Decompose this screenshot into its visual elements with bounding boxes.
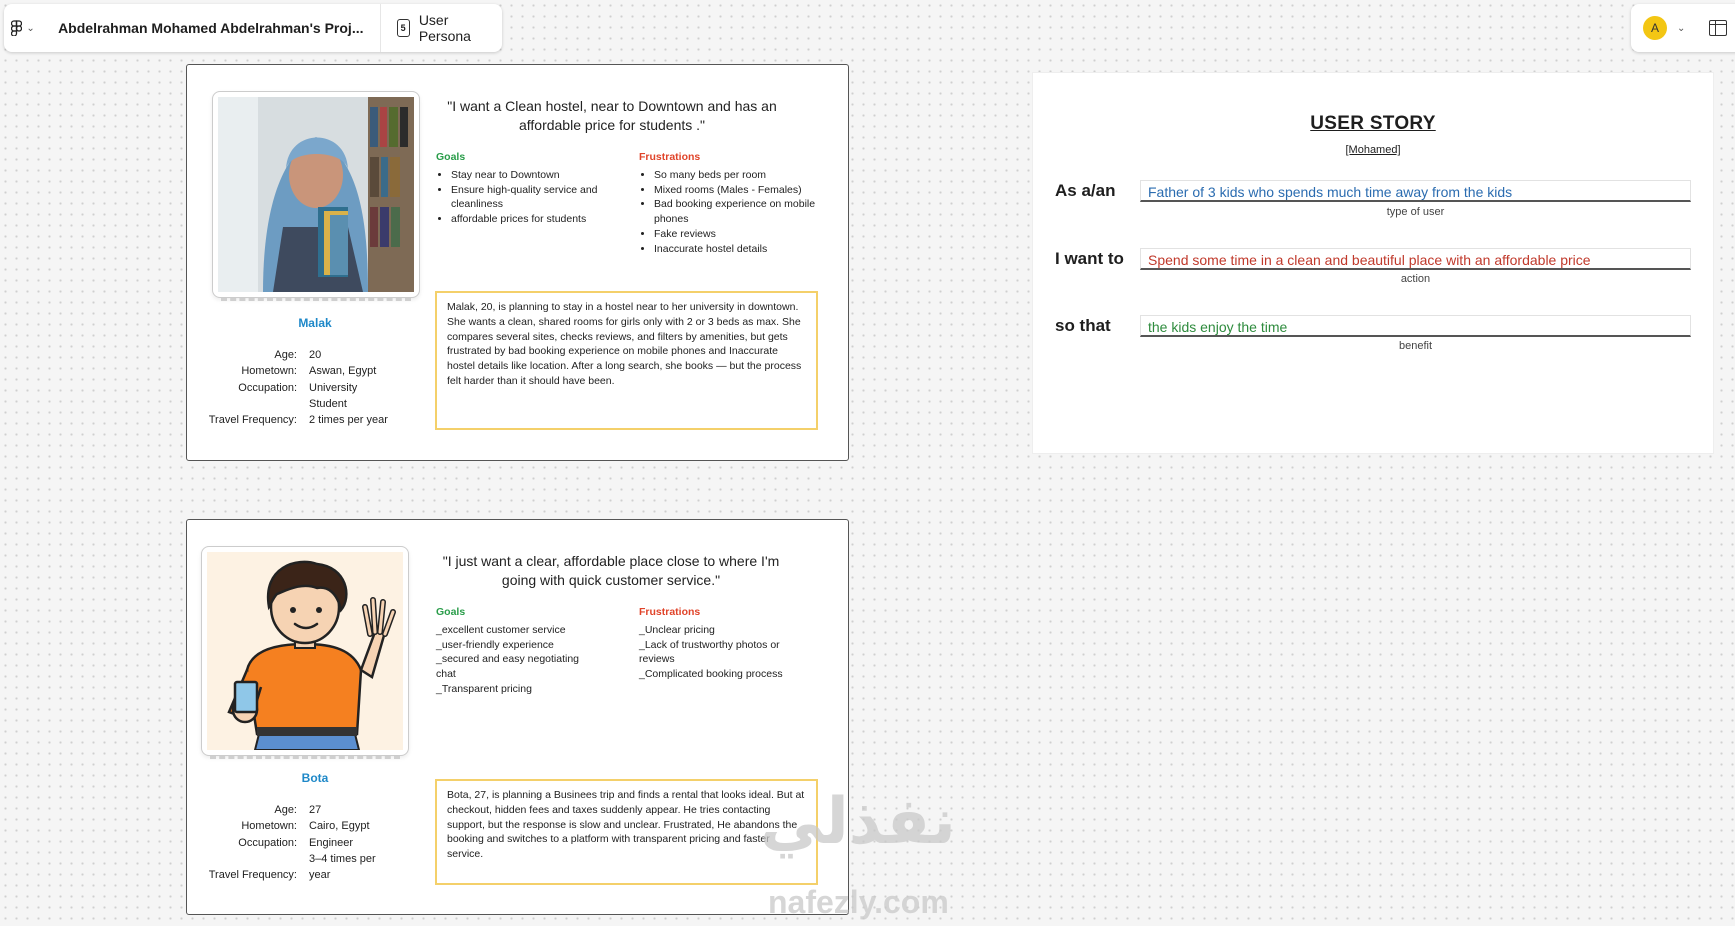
persona-info: Age: 20 Hometown: Aswan, Egypt Occupation:… [197,347,399,428]
user-story-card: USER STORY [Mohamed] As a/an Father of 3… [1032,72,1714,454]
chevron-down-icon: ⌄ [26,22,35,34]
persona-card-malak: Malak Age: 20 Hometown: Aswan, Egypt Occup… [186,64,849,461]
info-key: Hometown: [241,820,297,833]
file-toolbar: ⌄ Abdelrahman Mohamed Abdelrahman's Proj… [4,4,502,52]
story-field-action[interactable]: Spend some time in a clean and beautiful… [1140,248,1691,270]
figma-logo-icon [11,20,23,36]
info-key: Age: [274,349,297,361]
story-hint-action: action [1400,273,1431,285]
info-value: University Student [309,381,358,410]
persona-name: Bota [301,771,329,785]
story-label-benefit: so that [1055,316,1111,335]
story-hint-benefit: benefit [1398,340,1433,352]
goal-item: _excellent customer service [436,623,566,636]
frustration-item: Fake reviews [654,227,824,242]
info-value: Aswan, Egypt [309,365,377,378]
info-row-hometown: Hometown: Cairo, Egypt [197,818,399,834]
persona-card-bota: Bota Age: 27 Hometown: Cairo, Egypt Occupa… [186,519,849,915]
goals-heading: Goals [436,606,466,618]
goals-list: Goals Stay near to Downtown Ensure high-… [436,150,616,227]
story-label-action: I want to [1055,249,1124,268]
frustration-item: _Unclear pricing [639,623,715,636]
persona-photo [218,97,414,292]
goals-list: Goals _excellent customer service _user-… [436,605,601,697]
info-key: Age: [274,804,297,816]
page-name: User Persona [418,12,471,44]
story-hint-user: type of user [1386,206,1445,218]
page-icon: 5 [396,19,410,37]
goal-item: Stay near to Downtown [451,168,616,183]
goal-item: _user-friendly experience [436,638,554,651]
right-toolbar: A ⌄ [1631,4,1735,52]
info-row-age: Age: 20 [197,347,399,363]
persona-photo-frame [201,546,409,759]
avatar[interactable]: A [1643,16,1667,40]
persona-scenario: Malak, 20, is planning to stay in a host… [435,291,818,430]
info-key: Occupation: [238,381,297,394]
info-row-travel: Travel Frequency: 2 times per year [197,412,399,428]
info-value: 27 [309,804,322,816]
frustrations-heading: Frustrations [639,151,701,163]
frustrations-list: Frustrations So many beds per room Mixed… [639,150,824,257]
frustrations-heading: Frustrations [639,606,701,618]
main-menu-button[interactable]: ⌄ [4,4,42,52]
persona-illustration [207,552,403,750]
persona-quote: "I just want a clear, affordable place c… [442,553,780,588]
goals-heading: Goals [436,151,466,163]
story-field-benefit[interactable]: the kids enjoy the time [1140,315,1691,337]
frustration-item: Inaccurate hostel details [654,242,824,257]
info-value: Cairo, Egypt [309,820,370,833]
frustrations-list: Frustrations _Unclear pricing _Lack of t… [639,605,804,682]
goal-item: affordable prices for students [451,212,616,227]
persona-quote: "I want a Clean hostel, near to Downtown… [447,98,777,133]
frustration-item: _Lack of trustworthy photos or reviews [639,638,780,666]
goal-item: Ensure high-quality service and cleanlin… [451,183,616,213]
photo-frame-divider [221,298,411,301]
chevron-down-icon[interactable]: ⌄ [1677,23,1685,34]
persona-info: Age: 27 Hometown: Cairo, Egypt Occupation:… [197,802,399,883]
frustration-item: Bad booking experience on mobile phones [654,197,824,227]
user-story-title: USER STORY [1310,113,1436,134]
page-selector[interactable]: 5 User Persona [381,4,503,52]
layout-panel-icon[interactable] [1709,20,1728,36]
persona-name: Malak [298,316,332,330]
info-value: 3–4 times per year [309,852,376,882]
info-key: Travel Frequency: [208,414,297,427]
goal-item: _secured and easy negotiating chat [436,653,580,681]
persona-photo-frame [212,91,420,301]
user-story-author: [Mohamed] [1345,144,1401,156]
info-value: 20 [309,349,322,361]
frustration-item: So many beds per room [654,168,824,183]
persona-scenario: Bota, 27, is planning a Businees trip an… [435,779,818,885]
info-row-occupation: Occupation: University Student [197,380,399,413]
project-title[interactable]: Abdelrahman Mohamed Abdelrahman's Proj..… [42,4,381,52]
info-key: Travel Frequency: [208,869,297,882]
frustration-item: _Complicated booking process [639,668,783,681]
story-label-user: As a/an [1055,181,1116,200]
info-value: Engineer [309,836,354,849]
info-row-occupation: Occupation: Engineer [197,835,399,851]
info-value: 2 times per year [309,414,388,427]
info-key: Hometown: [241,365,297,378]
story-field-user[interactable]: Father of 3 kids who spends much time aw… [1140,180,1691,202]
info-row-age: Age: 27 [197,802,399,818]
frustration-item: Mixed rooms (Males - Females) [654,183,824,198]
photo-frame-divider [210,756,400,759]
goal-item: _Transparent pricing [436,682,532,695]
info-key: Occupation: [238,836,297,849]
info-row-hometown: Hometown: Aswan, Egypt [197,363,399,379]
info-row-travel: Travel Frequency: 3–4 times per year [197,851,399,884]
